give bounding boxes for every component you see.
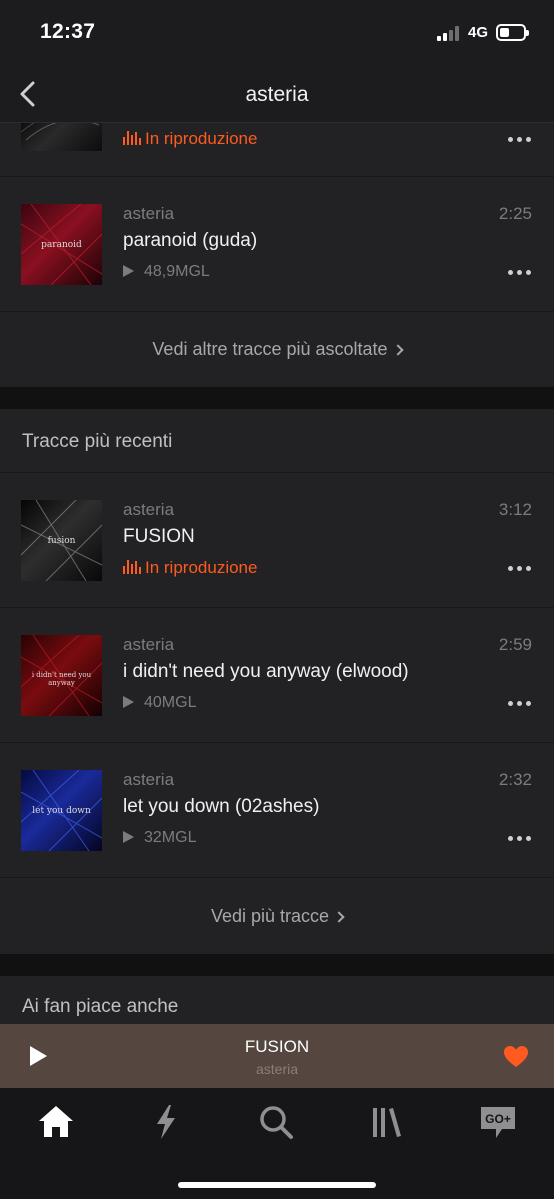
track-duration: 2:59 xyxy=(498,635,532,654)
track-artwork: fusion xyxy=(21,500,102,581)
section-title-fans-also-like: Ai fan piace anche xyxy=(22,996,179,1017)
track-title: paranoid (guda) xyxy=(123,230,258,251)
search-icon[interactable] xyxy=(256,1102,296,1142)
play-count-icon xyxy=(123,831,134,843)
fans-also-like-panel: Ai fan piace anche xyxy=(0,976,554,1024)
equalizer-icon xyxy=(123,131,141,145)
now-playing-label: In riproduzione xyxy=(145,558,258,577)
track-title: i didn't need you anyway (elwood) xyxy=(123,661,409,682)
top-tracks-panel: In riproduzione paranoid asteria 2:25 pa… xyxy=(0,123,554,387)
play-count-icon xyxy=(123,265,134,277)
library-icon[interactable] xyxy=(367,1102,407,1142)
now-playing-label: In riproduzione xyxy=(145,129,258,148)
more-options-icon[interactable] xyxy=(508,836,532,842)
more-options-icon[interactable] xyxy=(508,137,532,143)
track-title: let you down (02ashes) xyxy=(123,796,320,817)
home-icon[interactable] xyxy=(36,1102,76,1142)
chevron-right-icon xyxy=(333,911,345,923)
artwork-caption: fusion xyxy=(47,536,76,546)
nav-header: asteria xyxy=(0,66,554,123)
page-title: asteria xyxy=(245,83,309,106)
track-row[interactable]: let you down asteria 2:32 let you down (… xyxy=(0,743,554,878)
track-duration: 2:32 xyxy=(498,770,532,789)
track-row[interactable]: paranoid asteria 2:25 paranoid (guda) 48… xyxy=(0,177,554,312)
recent-tracks-panel: Tracce più recenti fusion asteria 3:12 F… xyxy=(0,409,554,954)
track-row[interactable]: In riproduzione xyxy=(0,123,554,177)
now-playing-indicator: In riproduzione xyxy=(123,129,257,149)
go-plus-icon[interactable]: GO+ xyxy=(478,1102,518,1142)
cellular-signal-icon xyxy=(437,25,463,41)
go-plus-label: GO+ xyxy=(485,1112,511,1126)
artist-page-content[interactable]: In riproduzione paranoid asteria 2:25 pa… xyxy=(0,123,554,1024)
status-bar: 12:37 4G xyxy=(0,0,554,66)
home-indicator xyxy=(178,1182,376,1188)
track-artwork xyxy=(21,123,102,151)
status-time: 12:37 xyxy=(40,20,96,43)
mini-player-title: FUSION xyxy=(244,1037,310,1056)
track-artwork: paranoid xyxy=(21,204,102,285)
heart-icon[interactable] xyxy=(503,1045,529,1069)
track-artwork: let you down xyxy=(21,770,102,851)
play-count: 40MGL xyxy=(123,694,196,712)
track-artist: asteria xyxy=(123,204,175,223)
equalizer-icon xyxy=(123,560,141,574)
stream-bolt-icon[interactable] xyxy=(146,1102,186,1142)
artwork-caption: i didn't need you anyway xyxy=(31,671,92,687)
section-title-recent: Tracce più recenti xyxy=(22,431,173,452)
more-options-icon[interactable] xyxy=(508,566,532,572)
track-duration: 3:12 xyxy=(498,500,532,519)
see-more-tracks-link[interactable]: Vedi più tracce xyxy=(0,906,554,927)
track-artist: asteria xyxy=(123,770,175,789)
play-count: 32MGL xyxy=(123,829,196,847)
track-duration: 2:25 xyxy=(498,204,532,223)
artwork-caption: paranoid xyxy=(41,240,82,250)
track-title: FUSION xyxy=(123,526,195,547)
now-playing-indicator: In riproduzione xyxy=(123,558,257,578)
more-options-icon[interactable] xyxy=(508,701,532,707)
battery-icon xyxy=(496,24,529,41)
mini-player[interactable]: FUSION asteria xyxy=(0,1024,554,1088)
track-artist: asteria xyxy=(123,635,175,654)
track-artwork: i didn't need you anyway xyxy=(21,635,102,716)
network-type: 4G xyxy=(468,24,489,41)
play-count-icon xyxy=(123,696,134,708)
track-row[interactable]: fusion asteria 3:12 FUSION In riproduzio… xyxy=(0,473,554,608)
track-row[interactable]: i didn't need you anyway asteria 2:59 i … xyxy=(0,608,554,743)
see-more-top-tracks-link[interactable]: Vedi altre tracce più ascoltate xyxy=(0,339,554,360)
track-artist: asteria xyxy=(123,500,175,519)
mini-player-artist: asteria xyxy=(255,1061,299,1077)
chevron-right-icon xyxy=(391,344,404,356)
more-options-icon[interactable] xyxy=(508,270,532,276)
play-count: 48,9MGL xyxy=(123,263,210,281)
artwork-caption: let you down xyxy=(32,806,91,816)
